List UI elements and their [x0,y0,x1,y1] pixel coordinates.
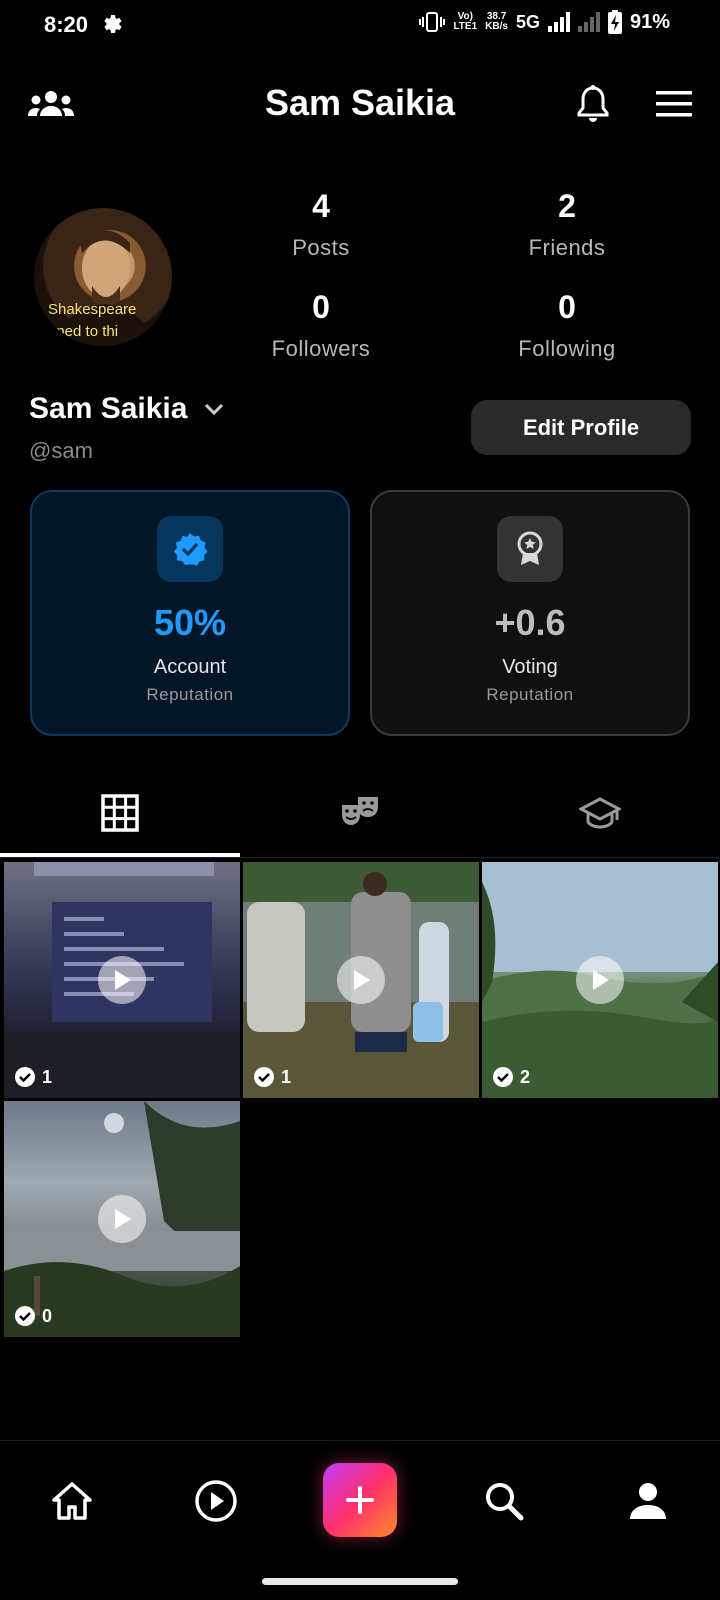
verified-count-badge: 2 [492,1066,530,1088]
play-icon [98,1195,146,1243]
bottom-nav [0,1440,720,1600]
search-icon [486,1483,524,1521]
post-tile[interactable]: 2 [482,862,718,1098]
following-count: 0 [558,289,576,325]
chevron-down-icon [205,403,224,416]
battery-charging-icon [607,10,622,34]
check-circle-icon [493,1067,513,1087]
verified-count: 1 [281,1066,292,1087]
friends-stat[interactable]: 2 Friends [467,188,667,261]
status-bar: 8:20 Vo) LTE1 38.7 KB/s 5G 91% [0,0,720,52]
followers-count: 0 [312,289,330,325]
verified-count-badge: 1 [14,1066,52,1088]
menu-hamburger-icon[interactable] [654,84,694,124]
network-speed: 38.7 KB/s [485,11,508,32]
volte-indicator: Vo) LTE1 [453,11,478,32]
account-reputation-sublabel: Reputation [146,685,234,704]
nav-home[interactable] [42,1471,102,1531]
verified-count-badge: 0 [14,1305,52,1327]
tab-posts-grid[interactable] [0,768,240,858]
network-type: 5G [515,11,540,32]
verified-count: 1 [42,1066,53,1087]
graduation-cap-icon [579,797,621,829]
voting-reputation-sublabel: Reputation [486,685,574,704]
signal-strength-sim2-icon [577,12,600,32]
posts-label: Posts [292,235,350,260]
posts-stat[interactable]: 4 Posts [221,188,421,261]
battery-percent: 91% [629,10,670,33]
post-tile[interactable]: 0 [4,1101,240,1337]
grid-icon [101,794,139,832]
check-circle-icon [15,1067,35,1087]
following-stat[interactable]: 0 Following [467,289,667,362]
check-circle-icon [15,1306,35,1326]
followers-stat[interactable]: 0 Followers [221,289,421,362]
vibrate-icon [419,12,446,32]
avatar-caption-line2: oned to thi [48,323,119,340]
verified-count: 0 [42,1305,53,1326]
app-header: Sam Saikia [0,70,720,140]
account-reputation-card[interactable]: 50% Account Reputation [30,490,350,736]
tab-stories[interactable] [240,768,480,858]
post-tile[interactable]: 1 [243,862,479,1098]
following-label: Following [518,336,616,361]
status-time: 8:20 [44,12,89,37]
account-switcher[interactable]: Sam Saikia [29,392,225,426]
nav-search[interactable] [474,1471,534,1531]
verified-badge-icon [157,516,223,582]
signal-strength-icon [547,12,570,32]
add-icon [346,1486,374,1514]
play-icon [576,956,624,1004]
posts-count: 4 [312,188,330,224]
friends-count: 2 [558,188,576,224]
display-name: Sam Saikia [29,392,188,425]
play-icon [98,956,146,1004]
avatar[interactable]: Shakespeare oned to thi [34,208,172,346]
nav-videos[interactable] [186,1471,246,1531]
edit-profile-button[interactable]: Edit Profile [471,400,691,455]
avatar-caption: Shakespeare [48,301,137,318]
create-post-button[interactable] [323,1463,397,1537]
check-circle-icon [254,1067,274,1087]
account-reputation-value: 50% [153,602,227,643]
theater-masks-icon [342,797,378,825]
username-handle: @sam [29,438,93,463]
play-icon [337,956,385,1004]
nav-profile[interactable] [618,1471,678,1531]
voting-reputation-label: Voting [502,656,558,678]
verified-count: 2 [520,1066,531,1087]
play-circle-icon [195,1480,237,1522]
friends-label: Friends [528,235,606,260]
voting-reputation-value: +0.6 [494,602,566,643]
tab-learning[interactable] [480,768,720,858]
active-tab-indicator [0,853,240,857]
person-icon [630,1483,666,1519]
notifications-bell-icon[interactable] [571,80,615,128]
home-indicator [262,1578,458,1585]
award-ribbon-icon [497,516,563,582]
home-icon [52,1482,92,1520]
settings-gear-icon [104,15,122,33]
post-tile[interactable]: 1 [4,862,240,1098]
account-reputation-label: Account [153,656,227,678]
profile-tabs [0,768,720,858]
voting-reputation-card[interactable]: +0.6 Voting Reputation [370,490,690,736]
followers-label: Followers [271,336,371,361]
verified-count-badge: 1 [253,1066,291,1088]
